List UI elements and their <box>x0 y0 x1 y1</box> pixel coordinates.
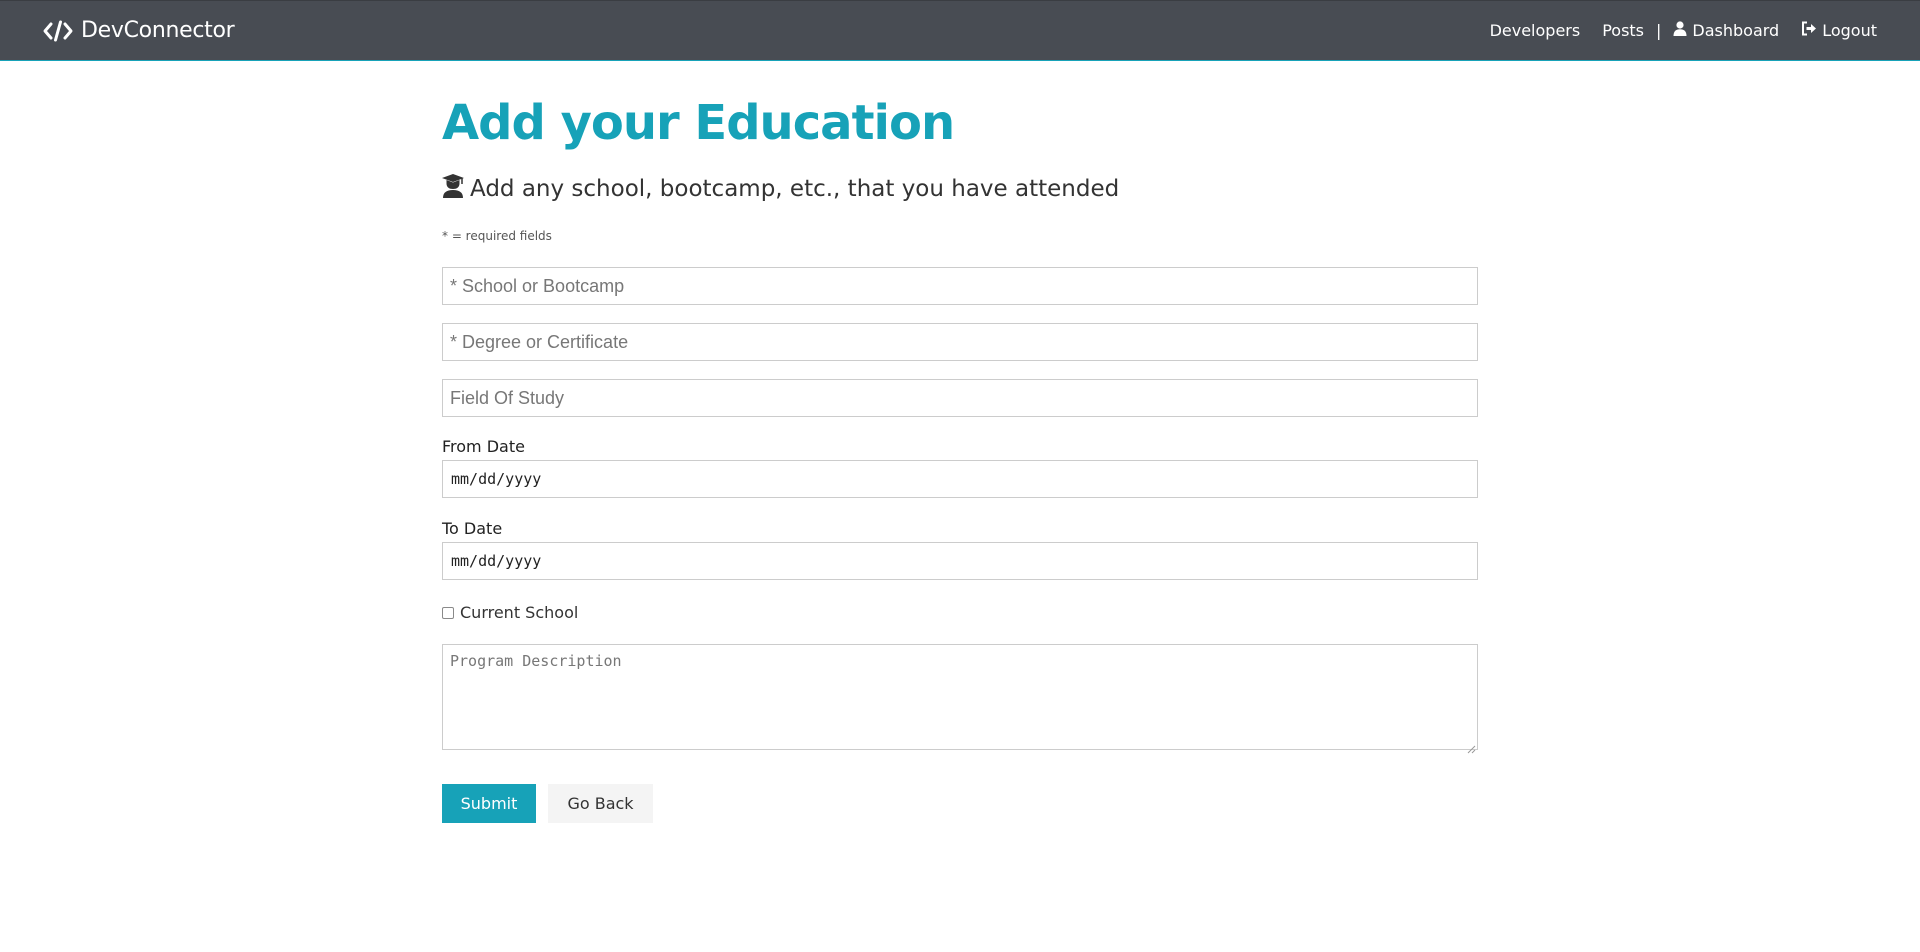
nav-logout[interactable]: Logout <box>1801 21 1877 40</box>
brand-link[interactable]: DevConnector <box>43 18 235 43</box>
degree-input[interactable] <box>442 323 1478 361</box>
sign-out-icon <box>1801 21 1817 40</box>
nav-logout-label: Logout <box>1822 21 1877 40</box>
resize-grip-icon[interactable] <box>1467 739 1476 754</box>
user-icon <box>1673 21 1687 40</box>
nav-dashboard[interactable]: Dashboard <box>1673 21 1779 40</box>
nav-links: Developers Posts | Dashboard Logout <box>1490 21 1877 40</box>
to-date-label: To Date <box>442 519 503 538</box>
from-date-label: From Date <box>442 437 525 456</box>
program-description-textarea[interactable] <box>442 644 1478 750</box>
field-of-study-input[interactable] <box>442 379 1478 417</box>
to-date-input[interactable]: mm/dd/yyyy <box>442 542 1478 580</box>
page-lead: Add any school, bootcamp, etc., that you… <box>442 174 1119 204</box>
graduation-cap-user-icon <box>442 174 464 204</box>
nav-separator: | <box>1656 21 1662 40</box>
from-date-value: mm/dd/yyyy <box>451 470 542 488</box>
nav-dashboard-label: Dashboard <box>1692 21 1780 40</box>
nav-developers[interactable]: Developers <box>1490 21 1581 40</box>
school-input[interactable] <box>442 267 1478 305</box>
to-date-value: mm/dd/yyyy <box>451 552 542 570</box>
current-school-label[interactable]: Current School <box>460 603 578 622</box>
code-icon <box>43 20 73 42</box>
from-date-input[interactable]: mm/dd/yyyy <box>442 460 1478 498</box>
current-school-row: Current School <box>442 603 578 622</box>
page-lead-text: Add any school, bootcamp, etc., that you… <box>470 176 1120 202</box>
current-school-checkbox[interactable] <box>442 606 454 619</box>
required-note: * = required fields <box>442 229 552 243</box>
go-back-button[interactable]: Go Back <box>548 784 653 823</box>
nav-posts[interactable]: Posts <box>1602 21 1644 40</box>
submit-button[interactable]: Submit <box>442 784 536 823</box>
page-title: Add your Education <box>442 95 955 151</box>
navbar: DevConnector Developers Posts | Dashboar… <box>0 0 1920 61</box>
brand-name: DevConnector <box>81 18 235 43</box>
